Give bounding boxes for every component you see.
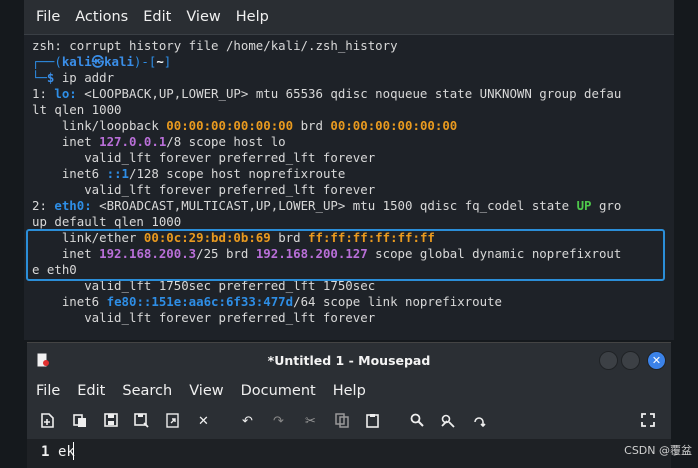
- output-text: /8 scope host lo: [166, 134, 286, 149]
- output-line: lt qlen 1000: [32, 102, 670, 118]
- output-text: brd: [293, 118, 331, 133]
- undo-icon[interactable]: ↶: [239, 413, 256, 430]
- output-text: valid_lft forever preferred_lft forever: [32, 182, 376, 197]
- output-text: gro: [591, 198, 622, 213]
- menu-document[interactable]: Document: [241, 383, 316, 399]
- menu-search[interactable]: Search: [122, 383, 172, 399]
- output-line: 1: lo: <LOOPBACK,UP,LOWER_UP> mtu 65536 …: [32, 86, 670, 102]
- mousepad-app-icon: [37, 353, 49, 367]
- line-number: 1: [41, 444, 50, 460]
- output-text: lt qlen 1000: [32, 102, 122, 117]
- window-title: *Untitled 1 - Mousepad: [267, 352, 431, 368]
- watermark: CSDN @覆盆: [624, 444, 692, 457]
- output-line: up default qlen 1000: [32, 214, 670, 230]
- close-icon[interactable]: ✕: [195, 413, 212, 430]
- menu-file[interactable]: File: [36, 9, 60, 25]
- menu-actions[interactable]: Actions: [75, 9, 128, 25]
- ip-address: 127.0.0.1: [99, 134, 167, 149]
- output-text: valid_lft forever preferred_lft forever: [32, 310, 376, 325]
- iface-name: eth0:: [54, 198, 92, 213]
- find-replace-icon[interactable]: [439, 413, 456, 430]
- iface-number: 1:: [32, 86, 55, 101]
- output-text: inet6: [32, 166, 107, 181]
- copy-icon[interactable]: [333, 413, 350, 430]
- minimize-button[interactable]: [599, 351, 618, 370]
- prompt-frame: └─: [32, 70, 47, 85]
- command-line: └─$ ip addr: [32, 70, 670, 86]
- output-line: 2: eth0: <BROADCAST,MULTICAST,UP,LOWER_U…: [32, 198, 670, 214]
- redo-icon[interactable]: ↷: [270, 413, 287, 430]
- iface-name: lo:: [54, 86, 77, 101]
- menu-view[interactable]: View: [186, 9, 220, 25]
- prompt-line: ┌──(kali㉿kali)-[~]: [32, 54, 670, 70]
- close-window-button[interactable]: ✕: [647, 351, 666, 370]
- mousepad-titlebar[interactable]: *Untitled 1 - Mousepad ✕: [27, 343, 671, 377]
- output-line: inet6 ::1/128 scope host noprefixroute: [32, 166, 670, 182]
- prompt-frame: ┌──(: [32, 54, 62, 69]
- iface-state: UP: [576, 198, 592, 213]
- ipv6-address: ::1: [106, 166, 129, 181]
- prompt-user: kali㉿kali: [61, 54, 134, 69]
- output-line: valid_lft forever preferred_lft forever: [32, 182, 670, 198]
- menu-view[interactable]: View: [189, 383, 223, 399]
- save-as-icon[interactable]: [133, 413, 150, 430]
- output-text: up default qlen 1000: [32, 214, 182, 229]
- menu-help[interactable]: Help: [236, 9, 269, 25]
- mousepad-window: *Untitled 1 - Mousepad ✕ File Edit Searc…: [27, 342, 671, 468]
- maximize-button[interactable]: [621, 351, 640, 370]
- output-line: inet6 fe80::151e:aa6c:6f33:477d/64 scope…: [32, 294, 670, 310]
- menu-help[interactable]: Help: [333, 383, 366, 399]
- terminal-menubar: File Actions Edit View Help: [24, 0, 674, 35]
- reload-icon[interactable]: [164, 413, 181, 430]
- mousepad-menubar: File Edit Search View Document Help: [27, 377, 671, 405]
- output-line: valid_lft forever preferred_lft forever: [32, 150, 670, 166]
- cut-icon[interactable]: ✂: [302, 413, 319, 430]
- prompt-frame: ]: [163, 54, 172, 69]
- command-text: ip addr: [61, 70, 115, 85]
- highlight-box: [26, 229, 665, 281]
- terminal-window: File Actions Edit View Help zsh: corrupt…: [24, 0, 674, 340]
- mac-address: 00:00:00:00:00:00: [166, 118, 294, 133]
- history-error-text: zsh: corrupt history file /home/kali/.zs…: [32, 38, 398, 53]
- iface-number: 2:: [32, 198, 55, 213]
- prompt-dir: ~: [156, 54, 164, 69]
- menu-edit[interactable]: Edit: [143, 9, 171, 25]
- output-text: valid_lft forever preferred_lft forever: [32, 150, 376, 165]
- terminal-output[interactable]: zsh: corrupt history file /home/kali/.zs…: [32, 38, 670, 326]
- output-line: inet 127.0.0.1/8 scope host lo: [32, 134, 670, 150]
- menu-edit[interactable]: Edit: [77, 383, 105, 399]
- mousepad-toolbar: ✕ ↶ ↷ ✂: [27, 405, 671, 439]
- ipv6-address: fe80::151e:aa6c:6f33:477d: [106, 294, 294, 309]
- paste-icon[interactable]: [364, 413, 381, 430]
- mac-address: 00:00:00:00:00:00: [330, 118, 458, 133]
- output-text: inet6: [32, 294, 107, 309]
- goto-icon[interactable]: [470, 413, 487, 430]
- editor-area[interactable]: 1 ek: [27, 439, 671, 468]
- new-document-icon[interactable]: [39, 413, 56, 430]
- output-text: /64 scope link noprefixroute: [293, 294, 502, 309]
- iface-flags: <BROADCAST,MULTICAST,UP,LOWER_UP> mtu 15…: [91, 198, 577, 213]
- iface-flags: <LOOPBACK,UP,LOWER_UP> mtu 65536 qdisc n…: [76, 86, 622, 101]
- prompt-frame: )-[: [133, 54, 157, 69]
- find-icon[interactable]: [408, 413, 425, 430]
- prompt-symbol: $: [46, 70, 62, 85]
- output-line: valid_lft forever preferred_lft forever: [32, 310, 670, 326]
- output-text: /128 scope host noprefixroute: [129, 166, 346, 181]
- output-line: link/loopback 00:00:00:00:00:00 brd 00:0…: [32, 118, 670, 134]
- output-text: inet: [32, 134, 100, 149]
- menu-file[interactable]: File: [36, 383, 60, 399]
- text-cursor: [73, 442, 74, 460]
- fullscreen-icon[interactable]: [639, 413, 656, 430]
- output-line: zsh: corrupt history file /home/kali/.zs…: [32, 38, 670, 54]
- open-icon[interactable]: [71, 413, 88, 430]
- save-icon[interactable]: [102, 413, 119, 430]
- output-text: link/loopback: [32, 118, 167, 133]
